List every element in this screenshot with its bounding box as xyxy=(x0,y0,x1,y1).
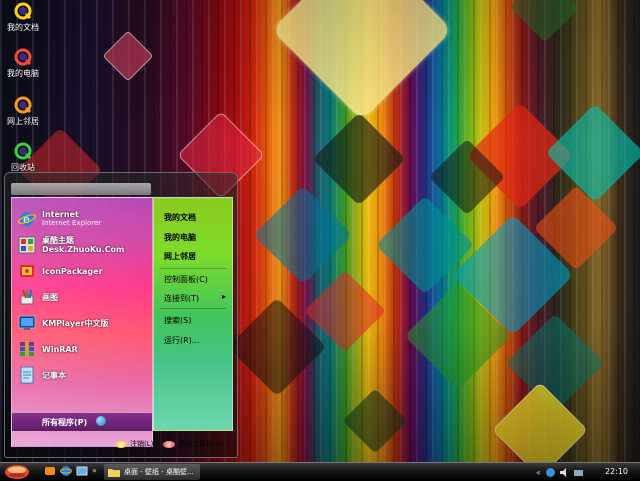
kmplayer-icon xyxy=(18,315,36,330)
quicktime-icon xyxy=(14,2,32,20)
shutdown-icon xyxy=(163,440,175,448)
place-my-documents[interactable]: 我的文档 xyxy=(164,212,196,223)
clock: 22:10 xyxy=(604,467,628,476)
program-kmplayer[interactable]: KMPlayer中文版 xyxy=(18,312,152,334)
program-winrar[interactable]: WinRAR xyxy=(18,338,152,360)
program-label: 画图 xyxy=(42,292,58,302)
logoff-label: 注销(L) xyxy=(130,440,154,448)
start-menu-programs-panel: e Internet Internet Explorer 桌酷主题Desk.Zh… xyxy=(11,197,153,447)
logoff-icon xyxy=(115,440,127,448)
winrar-icon xyxy=(20,341,34,357)
iconpackager-icon xyxy=(20,265,34,277)
show-desktop-icon[interactable] xyxy=(76,465,88,477)
internet-explorer-icon: e xyxy=(18,212,36,226)
separator xyxy=(160,308,226,309)
notepad-icon xyxy=(20,366,34,384)
start-menu: e Internet Internet Explorer 桌酷主题Desk.Zh… xyxy=(4,172,238,458)
place-my-computer[interactable]: 我的电脑 xyxy=(164,232,196,243)
program-label: Internet xyxy=(42,210,79,219)
program-zhuoku[interactable]: 桌酷主题Desk.ZhuoKu.Com xyxy=(18,234,152,256)
shutdown-button[interactable]: 关闭计算机(U) xyxy=(163,439,224,449)
desktop-icon-my-documents[interactable]: 我的文档 xyxy=(2,2,44,33)
internet-explorer-icon[interactable] xyxy=(60,465,72,477)
separator xyxy=(160,268,226,269)
program-iconpackager[interactable]: IconPackager xyxy=(18,260,152,282)
place-network[interactable]: 网上邻居 xyxy=(164,251,196,262)
logoff-button[interactable]: 注销(L) xyxy=(115,439,153,449)
place-control-panel[interactable]: 控制面板(C) xyxy=(164,274,208,285)
zhuoku-icon xyxy=(18,236,36,254)
desktop-icon-label: 网上邻居 xyxy=(7,117,39,126)
chevron-right-icon: ▸ xyxy=(222,292,227,301)
quicktime-icon xyxy=(14,48,32,66)
desktop-icon-network[interactable]: 网上邻居 xyxy=(2,96,44,127)
arrow-right-icon xyxy=(96,416,106,426)
shutdown-label: 关闭计算机(U) xyxy=(178,440,224,448)
place-connect-to[interactable]: 连接到(T) xyxy=(164,293,199,304)
desktop-icon-label: 我的电脑 xyxy=(7,69,39,78)
place-run[interactable]: 运行(R)... xyxy=(164,335,199,346)
quicklaunch-chevron-icon[interactable]: » xyxy=(92,466,97,475)
start-menu-places-panel: 我的文档 我的电脑 网上邻居 控制面板(C) 连接到(T) ▸ 搜索(S) 运行… xyxy=(153,197,233,431)
taskbar-item-desktop-wallpaper[interactable]: 桌面 - 壁纸 - 桌酷壁... xyxy=(104,464,200,480)
network-icon[interactable] xyxy=(573,467,584,478)
quicktime-icon xyxy=(14,96,32,114)
program-label: IconPackager xyxy=(42,266,103,276)
system-tray: « 22:10 xyxy=(536,464,640,480)
paint-icon xyxy=(20,289,34,305)
taskbar: » 桌面 - 壁纸 - 桌酷壁... « 22:10 xyxy=(0,462,640,481)
program-label: 记事本 xyxy=(42,370,66,380)
all-programs-label: 所有程序(P) xyxy=(42,418,88,427)
tray-chevron-icon[interactable]: « xyxy=(536,468,541,477)
desktop-icon-my-computer[interactable]: 我的电脑 xyxy=(2,48,44,79)
start-menu-footer: 注销(L) 关闭计算机(U) xyxy=(5,431,237,457)
quicktime-icon xyxy=(14,142,32,160)
quicklaunch-media-icon[interactable] xyxy=(44,465,56,477)
desktop-icon-label: 我的文档 xyxy=(7,23,39,32)
program-paint[interactable]: 画图 xyxy=(18,286,152,308)
program-internet-explorer[interactable]: e Internet Internet Explorer xyxy=(18,208,152,230)
folder-icon xyxy=(108,469,120,477)
program-label: 桌酷主题Desk.ZhuoKu.Com xyxy=(42,236,125,254)
place-search[interactable]: 搜索(S) xyxy=(164,315,191,326)
program-sublabel: Internet Explorer xyxy=(42,219,102,227)
program-label: KMPlayer中文版 xyxy=(42,318,109,328)
volume-icon[interactable] xyxy=(559,467,570,478)
tray-app-icon[interactable] xyxy=(545,467,556,478)
start-button[interactable] xyxy=(2,463,32,481)
program-notepad[interactable]: 记事本 xyxy=(18,364,152,386)
taskbar-item-label: 桌面 - 壁纸 - 桌酷壁... xyxy=(124,468,194,476)
desktop-icon-recycle-bin[interactable]: 回收站 xyxy=(2,142,44,173)
all-programs-button[interactable]: 所有程序(P) xyxy=(12,412,152,431)
program-label: WinRAR xyxy=(42,344,78,354)
start-menu-header xyxy=(11,183,151,195)
